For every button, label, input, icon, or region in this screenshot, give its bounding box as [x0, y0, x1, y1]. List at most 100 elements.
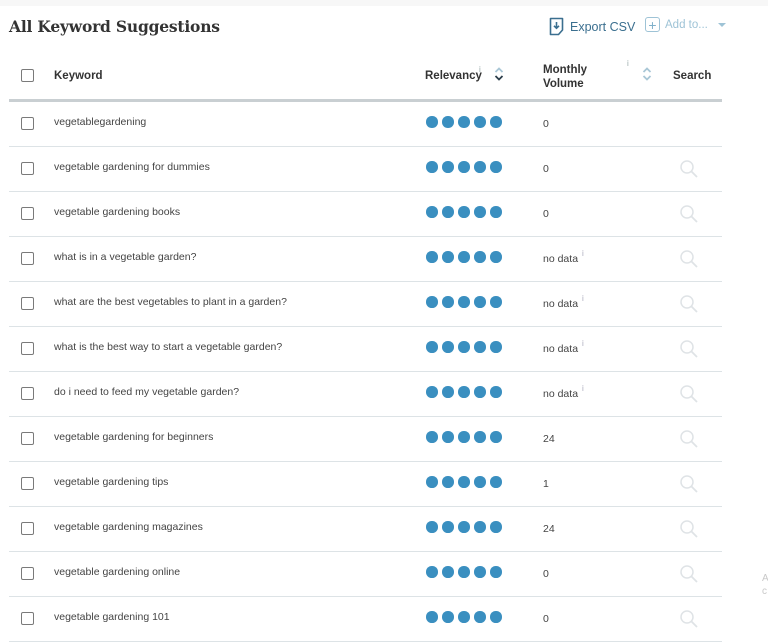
row-checkbox[interactable] — [21, 432, 34, 445]
monthly-volume-value: 24 — [543, 433, 555, 445]
search-icon[interactable] — [679, 429, 699, 452]
row-checkbox[interactable] — [21, 342, 34, 355]
search-icon[interactable] — [679, 384, 699, 407]
relevancy-dot — [490, 116, 502, 128]
select-all-checkbox[interactable] — [21, 69, 34, 82]
table-row: what is in a vegetable garden? no data i — [9, 237, 722, 282]
relevancy-dot — [490, 611, 502, 623]
table-row: vegetable gardening for dummies 0 — [9, 147, 722, 192]
add-to-label: Add to... — [665, 18, 708, 31]
keyword-text: what is the best way to start a vegetabl… — [54, 341, 283, 353]
monthly-volume-value: no data i — [543, 384, 584, 400]
monthly-volume-value: 0 — [543, 568, 549, 580]
relevancy-dot — [442, 116, 454, 128]
relevancy-dot — [426, 296, 438, 308]
monthly-volume-value: 24 — [543, 523, 555, 535]
relevancy-dot — [442, 431, 454, 443]
search-icon[interactable] — [679, 564, 699, 587]
volume-text: no data — [543, 253, 579, 265]
table-row: what is the best way to start a vegetabl… — [9, 327, 722, 372]
volume-text: 0 — [543, 118, 549, 130]
relevancy-dot — [474, 206, 486, 218]
relevancy-dot — [442, 296, 454, 308]
row-checkbox[interactable] — [21, 252, 34, 265]
search-icon[interactable] — [679, 294, 699, 317]
search-icon[interactable] — [679, 204, 699, 227]
column-header-relevancy[interactable]: Relevancy — [425, 70, 482, 82]
table-row: vegetable gardening 101 0 — [9, 597, 722, 642]
row-checkbox[interactable] — [21, 297, 34, 310]
row-checkbox[interactable] — [21, 387, 34, 400]
export-csv-button[interactable]: Export CSV — [549, 17, 635, 36]
table-row: do i need to feed my vegetable garden? no… — [9, 372, 722, 417]
relevancy-rating — [426, 116, 502, 128]
relevancy-dot — [442, 341, 454, 353]
clipped-text-line: c — [762, 586, 767, 597]
info-icon[interactable]: i — [582, 384, 584, 393]
relevancy-dot — [490, 386, 502, 398]
search-icon[interactable] — [679, 159, 699, 182]
relevancy-rating — [426, 206, 502, 218]
row-checkbox[interactable] — [21, 522, 34, 535]
relevancy-dot — [474, 341, 486, 353]
relevancy-dot — [474, 296, 486, 308]
row-checkbox[interactable] — [21, 117, 34, 130]
search-icon[interactable] — [679, 474, 699, 497]
keyword-text: vegetablegardening — [54, 116, 147, 128]
relevancy-dot — [474, 116, 486, 128]
chevron-down-icon — [717, 22, 726, 27]
relevancy-dot — [426, 251, 438, 263]
search-icon[interactable] — [679, 249, 699, 272]
search-icon[interactable] — [679, 339, 699, 362]
relevancy-dot — [442, 611, 454, 623]
relevancy-dot — [490, 251, 502, 263]
row-checkbox[interactable] — [21, 207, 34, 220]
relevancy-dot — [474, 521, 486, 533]
row-checkbox[interactable] — [21, 612, 34, 625]
monthly-volume-value: 0 — [543, 118, 549, 130]
relevancy-rating — [426, 341, 502, 353]
relevancy-dot — [474, 566, 486, 578]
top-bar — [0, 0, 768, 6]
relevancy-dot — [426, 611, 438, 623]
table-row: vegetable gardening tips 1 — [9, 462, 722, 507]
sort-monthly-volume-icon[interactable] — [642, 66, 652, 82]
relevancy-dot — [426, 116, 438, 128]
relevancy-dot — [458, 206, 470, 218]
keyword-table: Keyword Relevancy i Monthly Volume i Sea… — [9, 53, 722, 642]
keyword-text: do i need to feed my vegetable garden? — [54, 386, 240, 398]
relevancy-dot — [426, 161, 438, 173]
monthly-volume-value: no data i — [543, 249, 584, 265]
relevancy-dot — [474, 251, 486, 263]
row-checkbox[interactable] — [21, 567, 34, 580]
relevancy-dot — [458, 116, 470, 128]
info-icon[interactable]: i — [479, 65, 481, 74]
column-header-search: Search — [673, 70, 712, 82]
plus-icon: + — [645, 17, 660, 32]
info-icon[interactable]: i — [627, 59, 629, 68]
volume-text: 1 — [543, 478, 549, 490]
row-checkbox[interactable] — [21, 477, 34, 490]
relevancy-rating — [426, 386, 502, 398]
monthly-volume-value: 0 — [543, 208, 549, 220]
table-row: vegetable gardening online 0 — [9, 552, 722, 597]
info-icon[interactable]: i — [582, 339, 584, 348]
relevancy-rating — [426, 161, 502, 173]
search-icon[interactable] — [679, 609, 699, 632]
relevancy-dot — [442, 566, 454, 578]
search-icon[interactable] — [679, 519, 699, 542]
row-checkbox[interactable] — [21, 162, 34, 175]
relevancy-dot — [490, 431, 502, 443]
relevancy-rating — [426, 431, 502, 443]
add-to-dropdown[interactable]: + Add to... — [645, 17, 726, 32]
column-header-keyword[interactable]: Keyword — [54, 70, 103, 82]
relevancy-dot — [474, 431, 486, 443]
sort-relevancy-icon[interactable] — [494, 66, 504, 82]
relevancy-dot — [458, 296, 470, 308]
keyword-text: vegetable gardening tips — [54, 476, 169, 488]
info-icon[interactable]: i — [582, 249, 584, 258]
keyword-text: vegetable gardening books — [54, 206, 181, 218]
column-header-monthly-volume[interactable]: Monthly Volume — [543, 63, 587, 91]
info-icon[interactable]: i — [582, 294, 584, 303]
relevancy-dot — [426, 476, 438, 488]
